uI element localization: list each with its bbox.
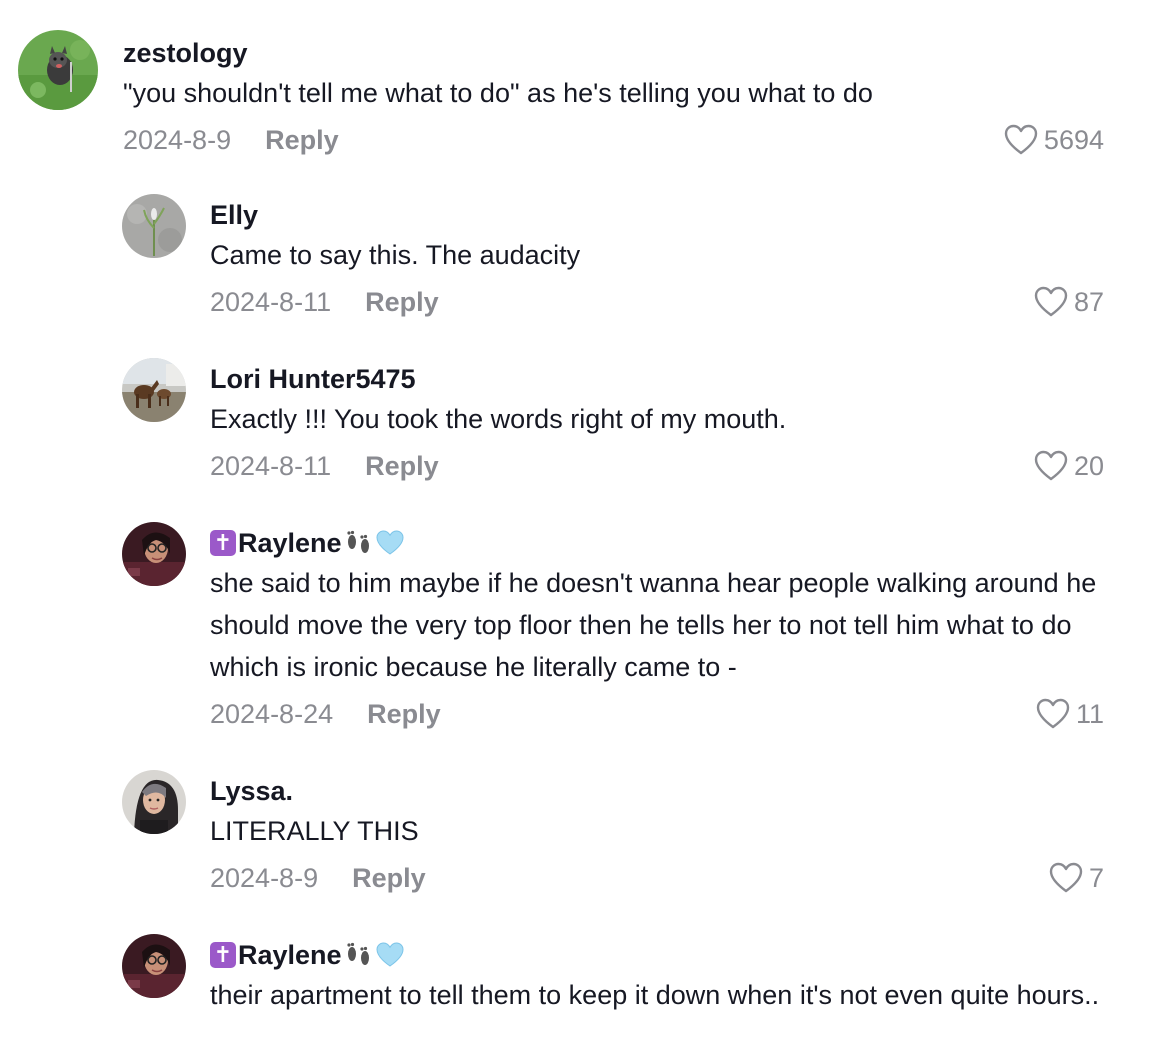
comment-meta: 2024-8-11 Reply 87 bbox=[210, 280, 1104, 324]
like-count: 7 bbox=[1088, 862, 1104, 893]
reply-comment-item: ✝ Raylene she said to him maybe if he do… bbox=[122, 522, 1104, 742]
username-text[interactable]: zestology bbox=[123, 36, 248, 70]
username-text[interactable]: Lori Hunter5475 bbox=[210, 362, 416, 396]
comment-username[interactable]: ✝ Raylene bbox=[210, 938, 1104, 972]
reply-comment-item: Lyssa. LITERALLY THIS 2024-8-9 Reply 7 bbox=[122, 770, 1104, 910]
username-text[interactable]: Elly bbox=[210, 198, 258, 232]
horses-avatar bbox=[122, 358, 186, 422]
comment-date: 2024-8-24 bbox=[210, 698, 334, 729]
woman-portrait-avatar bbox=[122, 770, 186, 834]
username-text[interactable]: Raylene bbox=[238, 526, 342, 560]
footprints-icon bbox=[346, 942, 369, 965]
latin-cross-icon: ✝ bbox=[210, 942, 236, 968]
comment-meta: 2024-8-9 Reply 5694 bbox=[123, 118, 1104, 162]
comment-meta: 2024-8-24 Reply 11 bbox=[210, 692, 1104, 736]
like-count: 5694 bbox=[1043, 124, 1104, 155]
comment-text: "you shouldn't tell me what to do" as he… bbox=[123, 78, 873, 108]
reply-button[interactable]: Reply bbox=[367, 699, 441, 730]
heart-icon bbox=[1004, 124, 1038, 155]
heart-icon bbox=[1034, 450, 1068, 481]
comment-text: Exactly !!! You took the words right of … bbox=[210, 404, 787, 434]
plant-sprout-avatar bbox=[122, 194, 186, 258]
comment-username[interactable]: Elly bbox=[210, 198, 1104, 232]
username-text[interactable]: Lyssa. bbox=[210, 774, 293, 808]
comment-date: 2024-8-11 bbox=[210, 450, 332, 481]
reply-comment-item: Elly Came to say this. The audacity 2024… bbox=[122, 194, 1104, 334]
comment-item: zestology "you shouldn't tell me what to… bbox=[18, 30, 1104, 170]
heart-icon bbox=[1036, 698, 1070, 729]
reply-button[interactable]: Reply bbox=[365, 287, 439, 318]
reply-comment-item: ✝ Raylene their apartment to tell them t… bbox=[122, 934, 1104, 1056]
dog-on-grass-avatar bbox=[18, 30, 98, 110]
comment-meta: 2024-8-11 Reply 20 bbox=[210, 444, 1104, 488]
avatar[interactable] bbox=[122, 358, 186, 422]
heart-icon bbox=[1049, 862, 1083, 893]
reply-button[interactable]: Reply bbox=[365, 451, 439, 482]
reply-button[interactable]: Reply bbox=[265, 125, 339, 156]
comment-username[interactable]: zestology bbox=[123, 36, 1104, 70]
comment-text: LITERALLY THIS bbox=[210, 816, 419, 846]
footprints-icon bbox=[346, 530, 369, 553]
woman-glasses-avatar bbox=[122, 522, 186, 586]
username-text[interactable]: Raylene bbox=[238, 938, 342, 972]
comment-text: she said to him maybe if he doesn't wann… bbox=[210, 568, 1097, 682]
avatar[interactable] bbox=[18, 30, 98, 110]
comment-meta: 2024-8-9 Reply 7 bbox=[210, 856, 1104, 900]
comment-text: Came to say this. The audacity bbox=[210, 240, 581, 270]
like-count: 11 bbox=[1075, 698, 1104, 729]
like-button[interactable]: 5694 bbox=[1004, 118, 1104, 162]
comment-username[interactable]: Lori Hunter5475 bbox=[210, 362, 1104, 396]
like-button[interactable]: 87 bbox=[1034, 280, 1104, 324]
like-count: 20 bbox=[1073, 450, 1104, 481]
avatar[interactable] bbox=[122, 522, 186, 586]
avatar[interactable] bbox=[122, 934, 186, 998]
like-count: 87 bbox=[1073, 286, 1104, 317]
reply-button[interactable]: Reply bbox=[352, 863, 426, 894]
comment-date: 2024-8-9 bbox=[210, 862, 319, 893]
comment-username[interactable]: Lyssa. bbox=[210, 774, 1104, 808]
woman-glasses-avatar bbox=[122, 934, 186, 998]
comment-date: 2024-8-9 bbox=[123, 124, 232, 155]
light-blue-heart-icon bbox=[376, 530, 404, 555]
like-button[interactable]: 20 bbox=[1034, 444, 1104, 488]
latin-cross-icon: ✝ bbox=[210, 530, 236, 556]
like-button[interactable]: 11 bbox=[1036, 692, 1104, 736]
comment-username[interactable]: ✝ Raylene bbox=[210, 526, 1104, 560]
heart-icon bbox=[1034, 286, 1068, 317]
light-blue-heart-icon bbox=[376, 942, 404, 967]
comment-date: 2024-8-11 bbox=[210, 286, 332, 317]
avatar[interactable] bbox=[122, 770, 186, 834]
like-button[interactable]: 7 bbox=[1049, 856, 1104, 900]
avatar[interactable] bbox=[122, 194, 186, 258]
reply-comment-item: Lori Hunter5475 Exactly !!! You took the… bbox=[122, 358, 1104, 498]
comment-text: their apartment to tell them to keep it … bbox=[210, 980, 1100, 1010]
